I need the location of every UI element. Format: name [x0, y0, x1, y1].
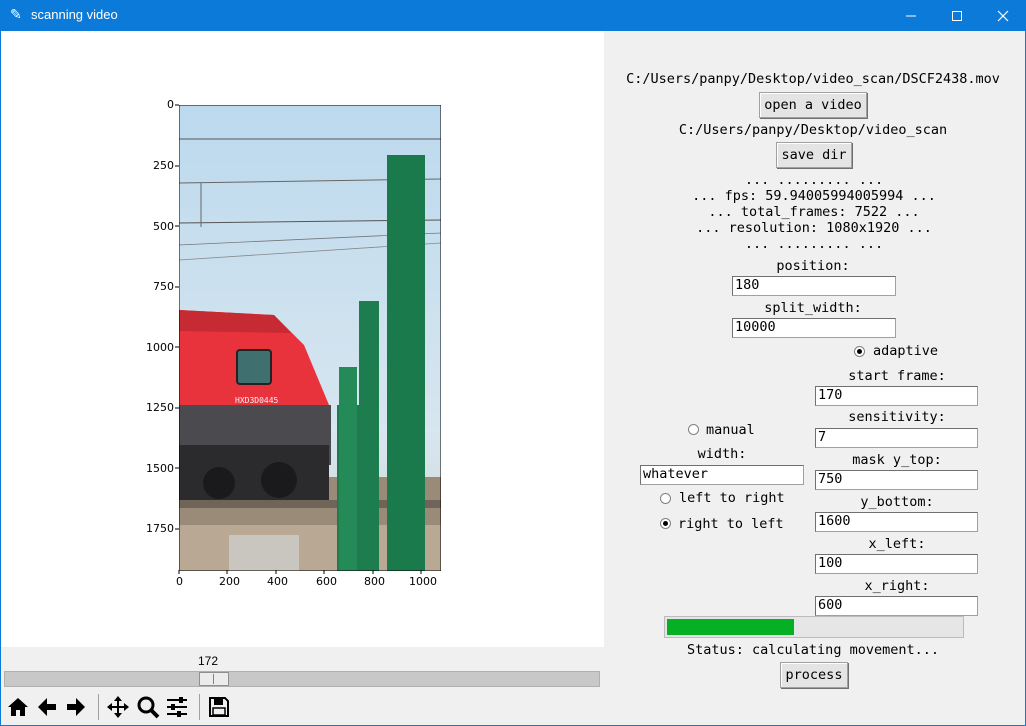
width-label: width:: [697, 446, 747, 462]
right-to-left-radio[interactable]: [660, 518, 671, 529]
right-to-left-label: right to left: [678, 516, 784, 532]
y-bottom-label: y_bottom:: [860, 494, 934, 510]
x-tick-marks: [178, 570, 422, 574]
y-tick-label: 1250: [146, 401, 174, 414]
manual-label: manual: [706, 422, 755, 438]
status-label: Status: calculating movement...: [687, 642, 939, 658]
locomotive-number-text: HXD3D0445: [235, 396, 279, 405]
left-to-right-label: left to right: [679, 490, 785, 506]
mask-y-top-input[interactable]: 750: [815, 470, 978, 490]
x-tick-label: 0: [176, 575, 183, 588]
maximize-button[interactable]: [934, 0, 980, 31]
feather-icon: ✎: [10, 7, 22, 23]
open-video-button[interactable]: open a video: [759, 92, 867, 118]
split-width-input[interactable]: 10000: [732, 318, 896, 338]
position-label: position:: [776, 258, 850, 274]
toolbar-separator: [98, 694, 99, 720]
zoom-icon: [137, 696, 160, 719]
configure-subplots-button[interactable]: [163, 692, 191, 722]
progress-fill: [667, 619, 794, 635]
y-tick-label: 750: [153, 280, 174, 293]
back-arrow-icon: [38, 698, 56, 716]
y-tick-label: 1750: [146, 522, 174, 535]
total-frames-info: ... total_frames: 7522 ...: [708, 204, 920, 220]
x-tick-label: 200: [219, 575, 240, 588]
x-tick-label: 800: [364, 575, 385, 588]
sensitivity-label: sensitivity:: [848, 409, 946, 425]
mask-y-top-label: mask y_top:: [852, 452, 942, 468]
x-tick-label: 1000: [409, 575, 437, 588]
close-button[interactable]: [980, 0, 1026, 31]
configure-subplots-icon: [167, 697, 187, 717]
save-dir-path-label: C:/Users/panpy/Desktop/video_scan: [678, 122, 948, 138]
x-right-input[interactable]: 600: [815, 596, 978, 616]
maximize-icon: [952, 10, 962, 21]
close-icon: [997, 10, 1009, 21]
x-left-label: x_left:: [868, 536, 926, 552]
title-bar: ✎ scanning video: [0, 0, 1026, 31]
pan-icon: [107, 696, 129, 718]
sensitivity-input[interactable]: 7: [815, 428, 978, 448]
process-button[interactable]: process: [780, 662, 848, 688]
adaptive-label: adaptive: [873, 343, 939, 359]
video-frame-image: HXD3D0445: [179, 105, 441, 571]
minimize-icon: [906, 15, 916, 16]
resolution-info: ... resolution: 1080x1920 ...: [696, 220, 932, 236]
frame-slider[interactable]: [4, 671, 600, 687]
y-tick-label: 500: [153, 220, 174, 233]
start-frame-input[interactable]: 170: [815, 386, 978, 406]
progress-bar: [664, 616, 964, 638]
home-button[interactable]: [4, 692, 32, 722]
x-left-input[interactable]: 100: [815, 554, 978, 574]
x-tick-label: 600: [316, 575, 337, 588]
forward-arrow-icon: [67, 698, 85, 716]
video-path-label: C:/Users/panpy/Desktop/video_scan/DSCF24…: [626, 71, 1000, 87]
plot-canvas[interactable]: HXD3D0445 0 250 500 750 1000 1250 1500 1…: [1, 31, 604, 647]
x-right-label: x_right:: [864, 578, 930, 594]
slider-value: 172: [198, 654, 219, 668]
info-line: ... ......... ...: [744, 236, 884, 252]
pan-button[interactable]: [104, 692, 132, 722]
y-tick-marks: [175, 104, 179, 530]
toolbar-separator: [199, 694, 200, 720]
back-button[interactable]: [33, 692, 61, 722]
info-line: ... ......... ...: [744, 172, 884, 188]
save-icon: [209, 697, 229, 717]
fps-info: ... fps: 59.94005994005994 ...: [692, 188, 936, 204]
manual-radio[interactable]: [688, 424, 699, 435]
y-bottom-input[interactable]: 1600: [815, 512, 978, 532]
save-figure-button[interactable]: [205, 692, 233, 722]
y-tick-label: 250: [153, 159, 174, 172]
zoom-button[interactable]: [134, 692, 162, 722]
position-input[interactable]: 180: [732, 276, 896, 296]
save-dir-button[interactable]: save dir: [776, 142, 852, 168]
home-icon: [8, 698, 28, 716]
adaptive-radio[interactable]: [854, 346, 865, 357]
y-tick-label: 1500: [146, 462, 174, 475]
width-input[interactable]: whatever: [640, 465, 804, 485]
start-frame-label: start frame:: [848, 368, 946, 384]
forward-button[interactable]: [62, 692, 90, 722]
x-tick-label: 400: [267, 575, 288, 588]
slider-thumb[interactable]: [199, 672, 229, 686]
split-width-label: split_width:: [764, 300, 862, 316]
window-title: scanning video: [31, 7, 118, 22]
y-tick-label: 1000: [146, 341, 174, 354]
left-to-right-radio[interactable]: [660, 493, 671, 504]
minimize-button[interactable]: [888, 0, 934, 31]
